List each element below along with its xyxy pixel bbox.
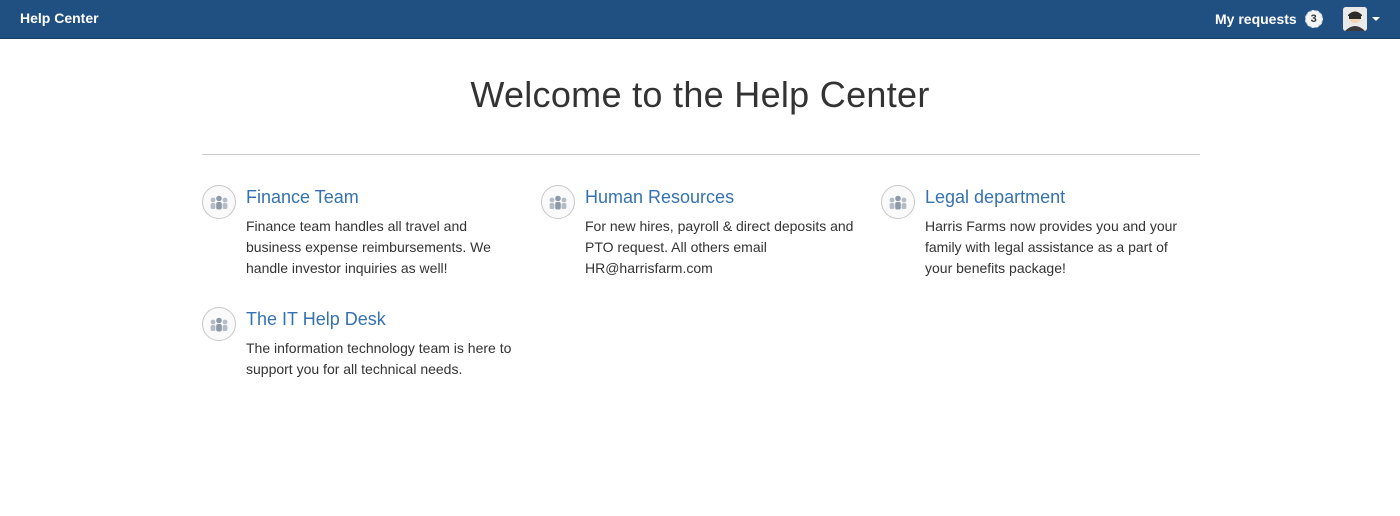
requests-count-badge: 3 (1304, 10, 1323, 28)
divider (202, 154, 1200, 155)
portal-title[interactable]: Legal department (925, 187, 1065, 208)
people-group-icon (881, 185, 915, 219)
chevron-down-icon (1372, 17, 1380, 21)
user-profile-menu[interactable] (1343, 6, 1380, 32)
portal-description: Finance team handles all travel and busi… (246, 218, 491, 276)
portal-title[interactable]: Human Resources (585, 187, 734, 208)
portal-title[interactable]: Finance Team (246, 187, 359, 208)
portal-description: Harris Farms now provides you and your f… (925, 218, 1178, 276)
people-group-icon (202, 307, 236, 341)
people-group-icon (202, 185, 236, 219)
avatar (1343, 7, 1367, 31)
help-center-home-link[interactable]: Help Center (20, 10, 99, 26)
my-requests-link[interactable]: My requests 3 (1215, 10, 1323, 28)
my-requests-label: My requests (1215, 11, 1297, 27)
portal-title[interactable]: The IT Help Desk (246, 309, 386, 330)
portal-description: The information technology team is here … (246, 340, 512, 377)
top-navigation-bar: Help Center My requests 3 (0, 0, 1400, 39)
people-group-icon (541, 185, 575, 219)
portal-description: For new hires, payroll & direct deposits… (585, 218, 854, 276)
page-title: Welcome to the Help Center (470, 74, 930, 115)
